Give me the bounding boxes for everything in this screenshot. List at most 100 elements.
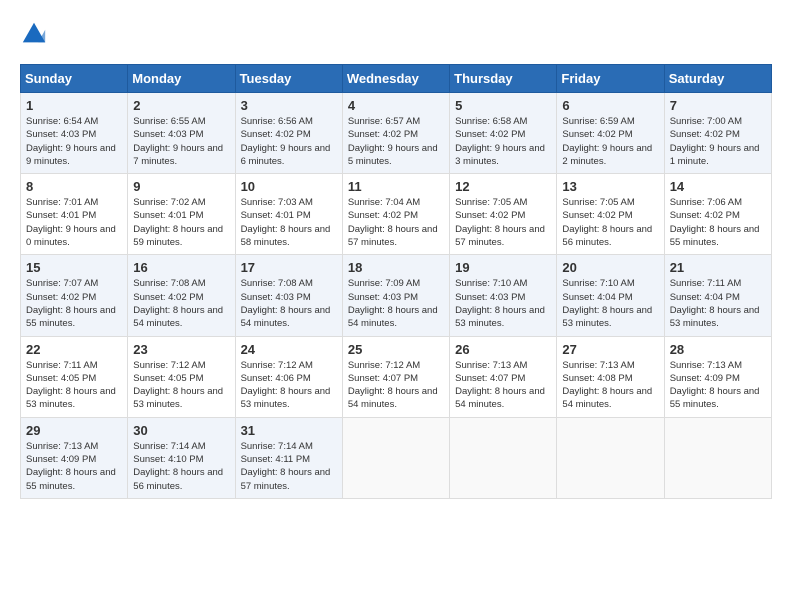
cell-info: Sunset: 4:02 PM — [670, 128, 766, 141]
cell-info: Daylight: 8 hours and 54 minutes. — [455, 385, 551, 412]
cell-info: Sunset: 4:02 PM — [455, 128, 551, 141]
calendar-cell — [664, 417, 771, 498]
cell-info: Daylight: 8 hours and 54 minutes. — [241, 304, 337, 331]
cell-info: Daylight: 8 hours and 54 minutes. — [348, 385, 444, 412]
calendar-cell: 5Sunrise: 6:58 AMSunset: 4:02 PMDaylight… — [450, 93, 557, 174]
week-row-1: 1Sunrise: 6:54 AMSunset: 4:03 PMDaylight… — [21, 93, 772, 174]
cell-info: Daylight: 8 hours and 53 minutes. — [133, 385, 229, 412]
calendar-cell: 21Sunrise: 7:11 AMSunset: 4:04 PMDayligh… — [664, 255, 771, 336]
cell-info: Daylight: 8 hours and 54 minutes. — [348, 304, 444, 331]
calendar-cell: 28Sunrise: 7:13 AMSunset: 4:09 PMDayligh… — [664, 336, 771, 417]
cell-info: Sunset: 4:03 PM — [348, 291, 444, 304]
cell-info: Sunrise: 6:58 AM — [455, 115, 551, 128]
cell-info: Sunrise: 7:14 AM — [241, 440, 337, 453]
cell-info: Daylight: 8 hours and 55 minutes. — [670, 223, 766, 250]
day-number: 10 — [241, 179, 337, 194]
header-day-tuesday: Tuesday — [235, 65, 342, 93]
calendar-cell: 16Sunrise: 7:08 AMSunset: 4:02 PMDayligh… — [128, 255, 235, 336]
cell-info: Sunrise: 6:56 AM — [241, 115, 337, 128]
week-row-2: 8Sunrise: 7:01 AMSunset: 4:01 PMDaylight… — [21, 174, 772, 255]
cell-info: Sunset: 4:03 PM — [455, 291, 551, 304]
day-number: 14 — [670, 179, 766, 194]
day-number: 31 — [241, 423, 337, 438]
calendar-cell: 7Sunrise: 7:00 AMSunset: 4:02 PMDaylight… — [664, 93, 771, 174]
header-day-sunday: Sunday — [21, 65, 128, 93]
day-number: 11 — [348, 179, 444, 194]
calendar-cell: 31Sunrise: 7:14 AMSunset: 4:11 PMDayligh… — [235, 417, 342, 498]
cell-info: Sunrise: 7:14 AM — [133, 440, 229, 453]
cell-info: Sunrise: 7:05 AM — [562, 196, 658, 209]
day-number: 5 — [455, 98, 551, 113]
cell-info: Sunset: 4:08 PM — [562, 372, 658, 385]
calendar-cell: 3Sunrise: 6:56 AMSunset: 4:02 PMDaylight… — [235, 93, 342, 174]
cell-info: Daylight: 8 hours and 55 minutes. — [26, 304, 122, 331]
header-row: SundayMondayTuesdayWednesdayThursdayFrid… — [21, 65, 772, 93]
cell-info: Sunrise: 7:13 AM — [562, 359, 658, 372]
cell-info: Sunrise: 7:09 AM — [348, 277, 444, 290]
calendar-cell — [342, 417, 449, 498]
cell-info: Sunrise: 7:10 AM — [455, 277, 551, 290]
cell-info: Sunrise: 7:11 AM — [26, 359, 122, 372]
calendar-cell: 29Sunrise: 7:13 AMSunset: 4:09 PMDayligh… — [21, 417, 128, 498]
calendar-cell: 8Sunrise: 7:01 AMSunset: 4:01 PMDaylight… — [21, 174, 128, 255]
day-number: 24 — [241, 342, 337, 357]
calendar-table: SundayMondayTuesdayWednesdayThursdayFrid… — [20, 64, 772, 499]
cell-info: Sunrise: 7:05 AM — [455, 196, 551, 209]
calendar-cell: 13Sunrise: 7:05 AMSunset: 4:02 PMDayligh… — [557, 174, 664, 255]
cell-info: Daylight: 8 hours and 58 minutes. — [241, 223, 337, 250]
day-number: 7 — [670, 98, 766, 113]
cell-info: Sunset: 4:02 PM — [133, 291, 229, 304]
day-number: 13 — [562, 179, 658, 194]
calendar-cell: 26Sunrise: 7:13 AMSunset: 4:07 PMDayligh… — [450, 336, 557, 417]
cell-info: Sunrise: 6:54 AM — [26, 115, 122, 128]
calendar-cell: 14Sunrise: 7:06 AMSunset: 4:02 PMDayligh… — [664, 174, 771, 255]
logo-icon — [20, 20, 48, 48]
cell-info: Daylight: 8 hours and 57 minutes. — [241, 466, 337, 493]
cell-info: Sunset: 4:03 PM — [241, 291, 337, 304]
cell-info: Sunset: 4:02 PM — [348, 209, 444, 222]
day-number: 27 — [562, 342, 658, 357]
calendar-cell: 25Sunrise: 7:12 AMSunset: 4:07 PMDayligh… — [342, 336, 449, 417]
cell-info: Sunset: 4:04 PM — [670, 291, 766, 304]
day-number: 15 — [26, 260, 122, 275]
cell-info: Sunrise: 7:04 AM — [348, 196, 444, 209]
day-number: 22 — [26, 342, 122, 357]
cell-info: Sunset: 4:02 PM — [562, 128, 658, 141]
calendar-cell: 17Sunrise: 7:08 AMSunset: 4:03 PMDayligh… — [235, 255, 342, 336]
cell-info: Sunrise: 6:59 AM — [562, 115, 658, 128]
cell-info: Daylight: 8 hours and 59 minutes. — [133, 223, 229, 250]
cell-info: Sunset: 4:09 PM — [26, 453, 122, 466]
cell-info: Daylight: 8 hours and 54 minutes. — [562, 385, 658, 412]
cell-info: Sunset: 4:03 PM — [26, 128, 122, 141]
day-number: 2 — [133, 98, 229, 113]
calendar-cell: 12Sunrise: 7:05 AMSunset: 4:02 PMDayligh… — [450, 174, 557, 255]
day-number: 12 — [455, 179, 551, 194]
day-number: 4 — [348, 98, 444, 113]
day-number: 18 — [348, 260, 444, 275]
day-number: 20 — [562, 260, 658, 275]
calendar-cell — [450, 417, 557, 498]
cell-info: Daylight: 8 hours and 53 minutes. — [670, 304, 766, 331]
day-number: 9 — [133, 179, 229, 194]
cell-info: Sunrise: 7:01 AM — [26, 196, 122, 209]
day-number: 25 — [348, 342, 444, 357]
calendar-cell: 4Sunrise: 6:57 AMSunset: 4:02 PMDaylight… — [342, 93, 449, 174]
day-number: 17 — [241, 260, 337, 275]
calendar-cell: 9Sunrise: 7:02 AMSunset: 4:01 PMDaylight… — [128, 174, 235, 255]
cell-info: Sunset: 4:01 PM — [26, 209, 122, 222]
header-day-saturday: Saturday — [664, 65, 771, 93]
cell-info: Daylight: 9 hours and 9 minutes. — [26, 142, 122, 169]
cell-info: Sunrise: 6:57 AM — [348, 115, 444, 128]
cell-info: Sunrise: 7:12 AM — [241, 359, 337, 372]
cell-info: Sunset: 4:02 PM — [348, 128, 444, 141]
cell-info: Sunset: 4:03 PM — [133, 128, 229, 141]
cell-info: Sunrise: 7:07 AM — [26, 277, 122, 290]
cell-info: Sunset: 4:05 PM — [133, 372, 229, 385]
calendar-cell: 18 Sunrise: 7:09 AMSunset: 4:03 PMDayligh… — [342, 255, 449, 336]
cell-info: Sunrise: 7:02 AM — [133, 196, 229, 209]
cell-info: Daylight: 8 hours and 55 minutes. — [670, 385, 766, 412]
calendar-cell: 19Sunrise: 7:10 AMSunset: 4:03 PMDayligh… — [450, 255, 557, 336]
cell-info: Daylight: 8 hours and 54 minutes. — [133, 304, 229, 331]
week-row-4: 22Sunrise: 7:11 AMSunset: 4:05 PMDayligh… — [21, 336, 772, 417]
cell-info: Sunset: 4:10 PM — [133, 453, 229, 466]
